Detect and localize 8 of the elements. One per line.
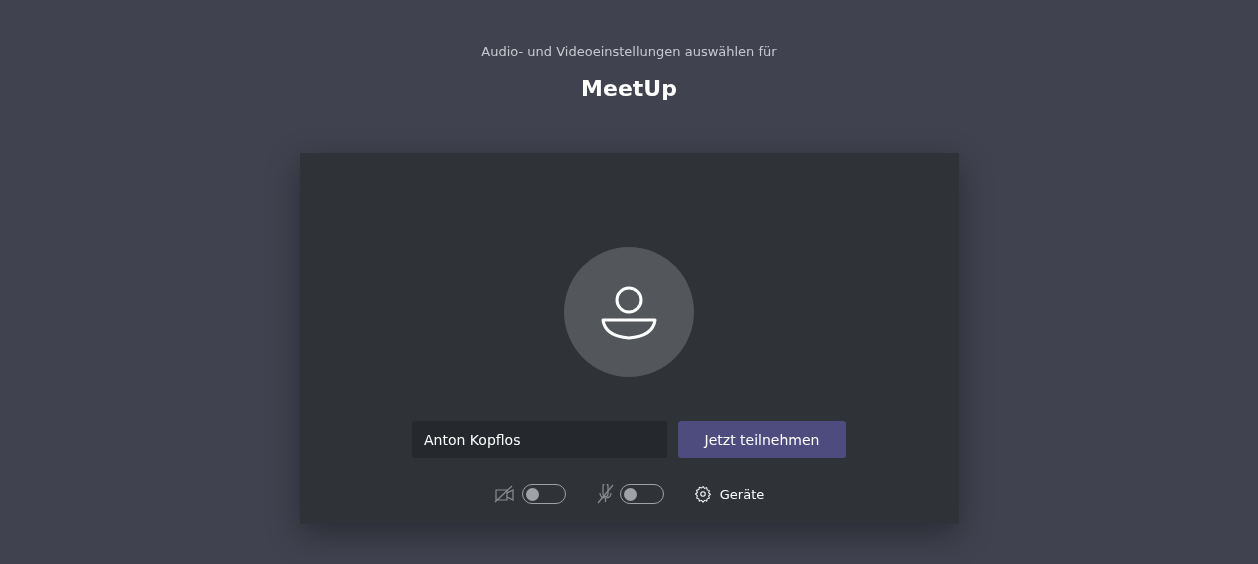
microphone-off-icon: [595, 484, 614, 504]
devices-button[interactable]: Geräte: [693, 485, 765, 503]
settings-icon: [693, 485, 712, 503]
name-field[interactable]: Anton Kopflos: [412, 421, 667, 458]
camera-off-icon: [493, 485, 516, 503]
meeting-title: MeetUp: [581, 76, 677, 101]
join-button[interactable]: Jetzt teilnehmen: [678, 421, 846, 458]
subtitle: Audio- und Videoeinstellungen auswählen für: [481, 44, 777, 61]
